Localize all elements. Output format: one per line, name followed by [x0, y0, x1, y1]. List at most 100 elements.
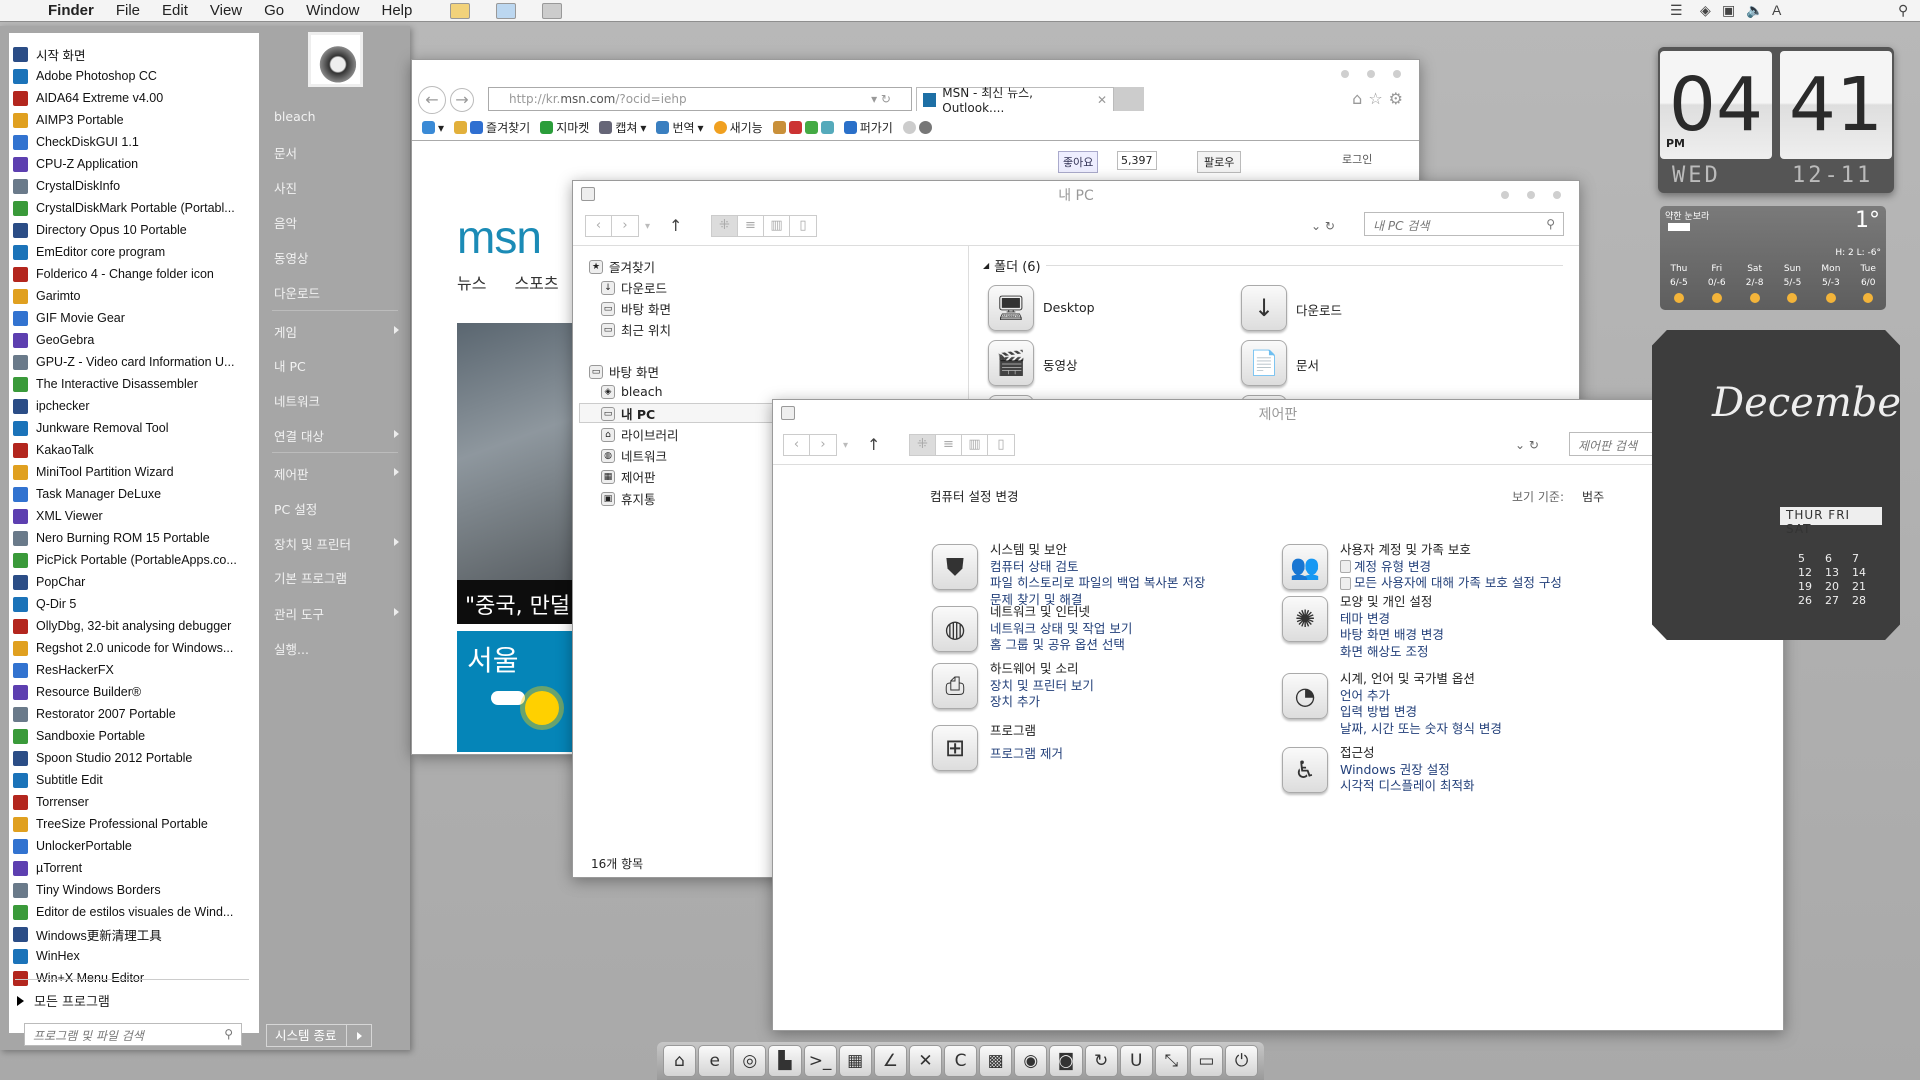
toolbar-share[interactable]: 퍼가기 [843, 119, 893, 136]
icons-view-button[interactable]: ⁜ [910, 435, 936, 455]
program-item[interactable]: CheckDiskGUI 1.1 [13, 131, 139, 153]
program-item[interactable]: Tiny Windows Borders [13, 879, 161, 901]
program-item[interactable]: Junkware Removal Tool [13, 417, 168, 439]
folder-label[interactable]: 다운로드 [1296, 300, 1342, 319]
category-link[interactable]: 장치 및 프린터 보기 [990, 678, 1094, 695]
start-menu-item[interactable]: 음악 [274, 213, 399, 232]
start-menu-item[interactable]: 기본 프로그램 [274, 568, 399, 587]
nav-tree-item[interactable]: ▭ 내 PC [601, 404, 655, 423]
category-link[interactable]: 홈 그룹 및 공유 옵션 선택 [990, 637, 1132, 654]
toolbar-new-features[interactable]: 새기능 [713, 119, 763, 136]
menu-window[interactable]: Window [306, 2, 359, 19]
magnet-icon[interactable]: U [1119, 1045, 1153, 1077]
program-item[interactable]: Garimto [13, 285, 80, 307]
recent-dropdown-icon[interactable]: ▾ [645, 221, 650, 232]
program-item[interactable]: GPU-Z - Video card Information U... [13, 351, 234, 373]
program-item[interactable]: GeoGebra [13, 329, 94, 351]
facebook-like-button[interactable]: 좋아요 [1058, 151, 1099, 173]
program-item[interactable]: AIDA64 Extreme v4.00 [13, 87, 163, 109]
users-icon[interactable]: 👥 [1282, 544, 1328, 590]
ccleaner-icon[interactable]: C [944, 1045, 978, 1077]
nav-news[interactable]: 뉴스 [457, 270, 486, 294]
program-item[interactable]: Win+X Menu Editor [13, 967, 144, 989]
program-item[interactable]: EmEditor core program [13, 241, 165, 263]
nav-tree-item[interactable]: ↓ 다운로드 [601, 278, 667, 297]
nav-tree-item[interactable]: ⌂ 라이브러리 [601, 425, 679, 444]
maximize-button[interactable] [1367, 70, 1375, 78]
forward-button[interactable]: › [810, 435, 836, 455]
camera-icon[interactable]: ◙ [1049, 1045, 1083, 1077]
program-item[interactable]: MiniTool Partition Wizard [13, 461, 174, 483]
columns-view-button[interactable]: ▥ [764, 216, 790, 236]
start-menu-item[interactable]: 연결 대상 [274, 426, 399, 445]
menu-view[interactable]: View [210, 2, 242, 19]
program-item[interactable]: UnlockerPortable [13, 835, 132, 857]
nav-tree-item[interactable]: ▭ 최근 위치 [601, 320, 671, 339]
icons-view-button[interactable]: ⁜ [712, 216, 738, 236]
list-view-button[interactable]: ≡ [936, 435, 962, 455]
nav-sports[interactable]: 스포츠 [514, 270, 558, 294]
minimize-button[interactable] [1501, 191, 1509, 199]
program-item[interactable]: Editor de estilos visuales de Wind... [13, 901, 233, 923]
program-item[interactable]: CrystalDiskInfo [13, 175, 120, 197]
columns-view-button[interactable]: ▥ [962, 435, 988, 455]
window-icon[interactable]: ▭ [1189, 1045, 1223, 1077]
category-link[interactable]: 언어 추가 [1340, 688, 1502, 705]
nav-tree-item[interactable]: ▭ 바탕 화면 [589, 362, 659, 381]
program-item[interactable]: Sandboxie Portable [13, 725, 145, 747]
category-link[interactable]: 장치 추가 [990, 694, 1094, 711]
shutdown-options-arrow-icon[interactable] [347, 1032, 371, 1040]
start-menu-item[interactable]: 게임 [274, 322, 399, 341]
folder-icon[interactable]: 📄 [1241, 340, 1287, 386]
program-item[interactable]: Folderico 4 - Change folder icon [13, 263, 214, 285]
start-menu-item[interactable]: 제어판 [274, 464, 399, 483]
minimize-button[interactable] [1341, 70, 1349, 78]
program-item[interactable]: µTorrent [13, 857, 82, 879]
back-button[interactable]: ‹ [586, 216, 612, 236]
nav-tree-item[interactable]: ▦ 제어판 [601, 467, 656, 486]
folder-label[interactable]: Desktop [1043, 300, 1095, 315]
tools-icon[interactable]: ✕ [908, 1045, 942, 1077]
menu-file[interactable]: File [116, 2, 140, 19]
power-icon[interactable]: ⏻ [1225, 1045, 1259, 1077]
program-item[interactable]: Task Manager DeLuxe [13, 483, 161, 505]
start-menu-item[interactable]: 사진 [274, 178, 399, 197]
clock-icon[interactable]: ◔ [1282, 673, 1328, 719]
folders-group-header[interactable]: ◢ 폴더 (6) [983, 256, 1563, 275]
program-search-input[interactable]: 프로그램 및 파일 검색 ⚲ [24, 1023, 242, 1046]
folder-label[interactable]: 동영상 [1043, 355, 1078, 374]
ie-icon[interactable]: e [698, 1045, 732, 1077]
zoom-icon[interactable] [902, 121, 932, 134]
program-item[interactable]: Directory Opus 10 Portable [13, 219, 187, 241]
category-link[interactable]: 계정 유형 변경 [1340, 559, 1562, 576]
start-menu-item[interactable]: 문서 [274, 143, 399, 162]
menu-go[interactable]: Go [264, 2, 284, 19]
program-item[interactable]: OllyDbg, 32-bit analysing debugger [13, 615, 231, 637]
up-arrow-icon[interactable]: ↑ [867, 435, 880, 454]
category-title[interactable]: 모양 및 개인 설정 [1340, 594, 1444, 611]
folder-label[interactable]: 문서 [1296, 355, 1319, 374]
window-controls[interactable] [1341, 70, 1401, 78]
program-item[interactable]: Restorator 2007 Portable [13, 703, 176, 725]
hero-image[interactable] [457, 323, 577, 623]
finder-icon[interactable]: ▙ [768, 1045, 802, 1077]
program-item[interactable]: GIF Movie Gear [13, 307, 125, 329]
pen-icon[interactable]: ∠ [873, 1045, 907, 1077]
program-item[interactable]: ResHackerFX [13, 659, 114, 681]
tab-close-icon[interactable]: ✕ [1097, 93, 1107, 107]
program-item[interactable]: Adobe Photoshop CC [13, 65, 157, 87]
chrome-icon[interactable]: ◎ [733, 1045, 767, 1077]
nav-tree-item[interactable]: ◈ bleach [601, 384, 663, 399]
start-menu-item[interactable]: 실행... [274, 639, 399, 658]
login-link[interactable]: 로그인 [1342, 151, 1372, 167]
category-link[interactable]: 컴퓨터 상태 검토 [990, 559, 1205, 576]
category-link[interactable]: 화면 해상도 조정 [1340, 644, 1444, 661]
category-link[interactable]: 테마 변경 [1340, 611, 1444, 628]
program-item[interactable]: Windows更新清理工具 [13, 923, 162, 945]
printer-icon[interactable]: ⎙ [932, 663, 978, 709]
close-button[interactable] [1393, 70, 1401, 78]
hero-headline[interactable]: "중국, 만덜 [457, 580, 577, 624]
control-panel-icon[interactable]: ▩ [979, 1045, 1013, 1077]
category-link[interactable]: 모든 사용자에 대해 가족 보호 설정 구성 [1340, 575, 1562, 592]
flower-icon[interactable]: ✺ [1282, 596, 1328, 642]
